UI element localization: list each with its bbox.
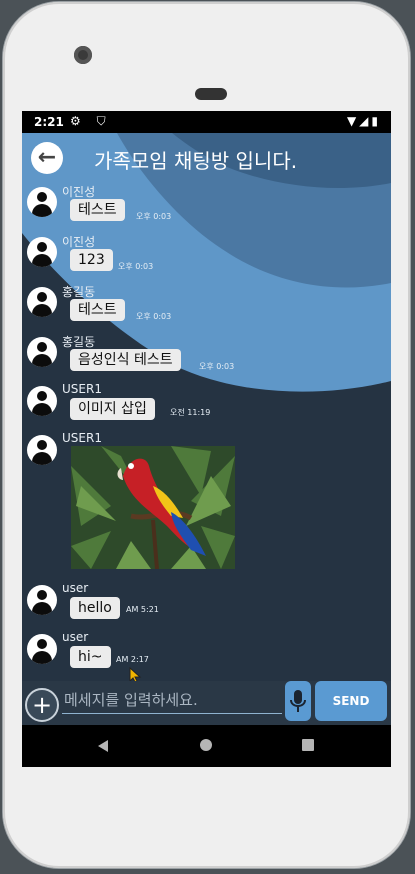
back-arrow-icon[interactable]: ← [31, 142, 63, 174]
status-right-icons: ▼◢▮ [346, 114, 381, 128]
avatar-icon[interactable] [27, 386, 57, 416]
nav-home-icon[interactable] [200, 739, 212, 751]
sender-name: USER1 [62, 382, 102, 396]
avatar-icon[interactable] [27, 237, 57, 267]
plus-icon[interactable]: + [25, 688, 59, 722]
send-button[interactable]: SEND [315, 681, 387, 721]
message-bubble[interactable]: hello [70, 597, 120, 619]
sender-name: 홍길동 [62, 335, 96, 349]
message-time: 오후 0:03 [199, 362, 235, 371]
message-time: AM 2:17 [116, 655, 149, 664]
avatar-icon[interactable] [27, 187, 57, 217]
message-composer: + SEND [22, 681, 391, 725]
avatar-icon[interactable] [27, 634, 57, 664]
camera [74, 46, 92, 64]
message-time: 오후 0:03 [136, 312, 172, 321]
sender-name: 홍길동 [62, 285, 96, 299]
message-bubble[interactable]: 이미지 삽입 [70, 398, 155, 420]
avatar-icon[interactable] [27, 287, 57, 317]
title-bar: ← 가족모임 채팅방 입니다. [22, 133, 391, 183]
message-bubble[interactable]: hi~ [70, 646, 111, 668]
sender-name: 이진성 [62, 185, 96, 199]
message-time: 오후 0:03 [118, 262, 154, 271]
sender-name: USER1 [62, 431, 102, 445]
nav-back-icon[interactable] [98, 740, 108, 752]
chat-room-title: 가족모임 채팅방 입니다. [94, 149, 298, 173]
sender-name: 이진성 [62, 235, 96, 249]
status-left-icons: ⚙ ⛉ [70, 114, 112, 128]
sender-name: user [62, 630, 89, 644]
status-bar: 2:21 ⚙ ⛉ ▼◢▮ [22, 111, 391, 133]
message-bubble[interactable]: 테스트 [70, 299, 125, 321]
avatar-icon[interactable] [27, 585, 57, 615]
message-bubble[interactable]: 123 [70, 249, 113, 271]
message-time: 오후 0:03 [136, 212, 172, 221]
mic-icon [290, 690, 306, 712]
sender-name: user [62, 581, 89, 595]
nav-recents-icon[interactable] [302, 739, 314, 751]
app-screen: 2:21 ⚙ ⛉ ▼◢▮ ← 가족모임 채팅방 입니다. 이진성 테스트 오후 … [22, 111, 391, 767]
avatar-icon[interactable] [27, 337, 57, 367]
message-input[interactable] [62, 687, 282, 714]
parrot-photo[interactable] [71, 446, 235, 569]
message-bubble[interactable]: 테스트 [70, 199, 125, 221]
system-nav-bar [22, 725, 391, 767]
avatar-icon[interactable] [27, 435, 57, 465]
message-bubble[interactable]: 음성인식 테스트 [70, 349, 181, 371]
status-time: 2:21 [34, 115, 64, 129]
speaker [195, 88, 227, 100]
message-time: AM 5:21 [126, 605, 159, 614]
mic-button[interactable] [285, 681, 311, 721]
message-time: 오전 11:19 [170, 408, 211, 417]
